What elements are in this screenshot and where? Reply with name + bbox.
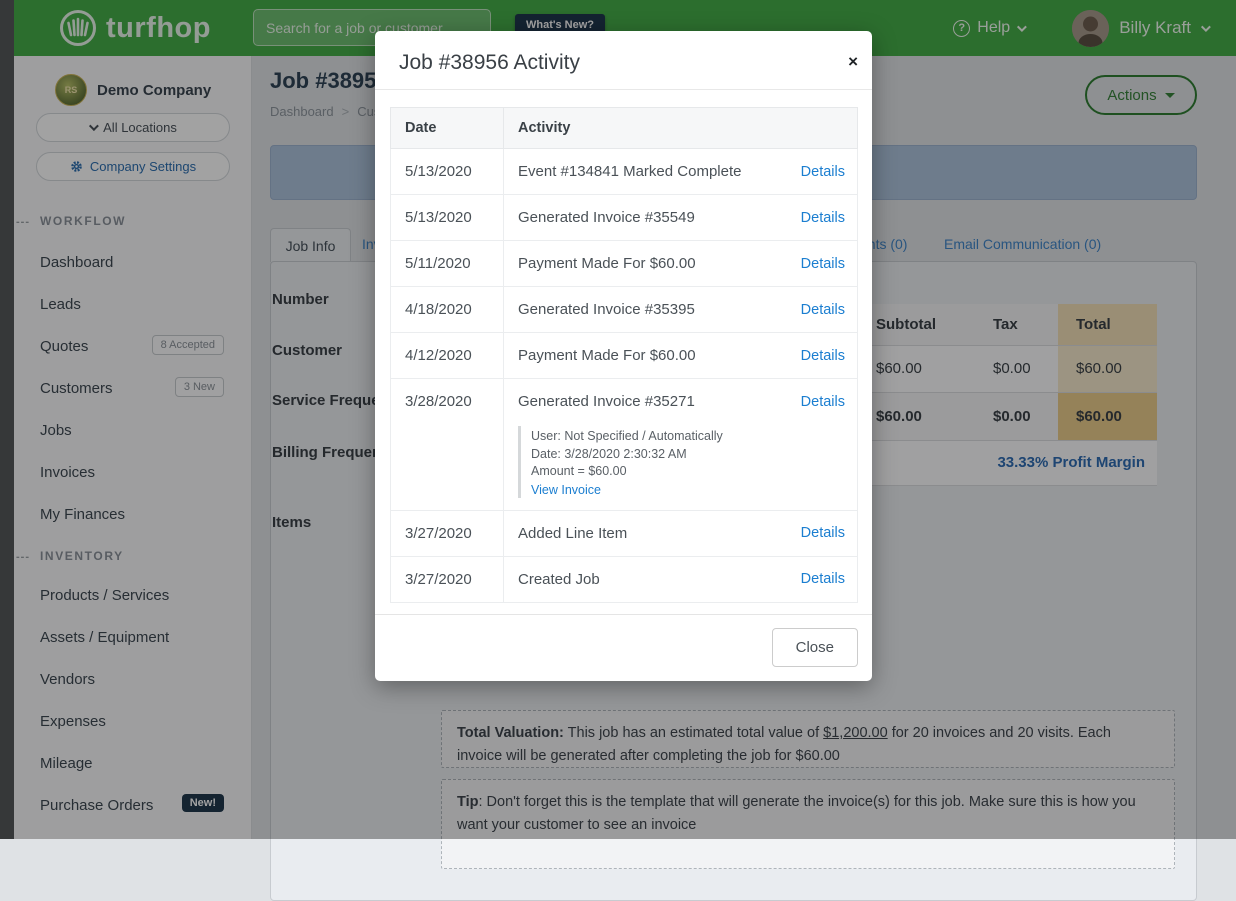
modal-title: Job #38956 Activity [399, 51, 848, 75]
activity-row: 5/13/2020 Event #134841 Marked Complete … [391, 149, 858, 195]
details-link[interactable]: Details [801, 302, 845, 318]
modal-body: Date Activity 5/13/2020 Event #134841 Ma… [375, 90, 872, 603]
activity-row: 3/27/2020 Created Job Details [391, 556, 858, 602]
activity-table: Date Activity 5/13/2020 Event #134841 Ma… [390, 107, 858, 603]
details-link[interactable]: Details [801, 394, 845, 410]
details-link[interactable]: Details [801, 256, 845, 272]
details-link[interactable]: Details [801, 164, 845, 180]
details-link[interactable]: Details [801, 571, 845, 587]
details-link[interactable]: Details [801, 210, 845, 226]
close-icon[interactable]: × [848, 55, 858, 69]
modal-footer: Close [375, 614, 872, 681]
activity-row: 4/18/2020 Generated Invoice #35395 Detai… [391, 287, 858, 333]
close-button[interactable]: Close [772, 628, 858, 667]
col-date: Date [391, 108, 504, 149]
activity-row-expanded: 3/28/2020 Generated Invoice #35271 Detai… [391, 379, 858, 511]
details-link[interactable]: Details [801, 348, 845, 364]
activity-row: 4/12/2020 Payment Made For $60.00 Detail… [391, 333, 858, 379]
activity-row: 5/13/2020 Generated Invoice #35549 Detai… [391, 195, 858, 241]
activity-header-row: Date Activity [391, 108, 858, 149]
job-activity-modal: Job #38956 Activity × Date Activity 5/13… [375, 31, 872, 681]
details-link[interactable]: Details [801, 525, 845, 541]
col-activity: Activity [504, 108, 858, 149]
view-invoice-link[interactable]: View Invoice [531, 483, 601, 497]
activity-row: 3/27/2020 Added Line Item Details [391, 510, 858, 556]
activity-details-panel: User: Not Specified / Automatically Date… [518, 426, 845, 498]
activity-row: 5/11/2020 Payment Made For $60.00 Detail… [391, 241, 858, 287]
modal-header: Job #38956 Activity × [375, 31, 872, 90]
